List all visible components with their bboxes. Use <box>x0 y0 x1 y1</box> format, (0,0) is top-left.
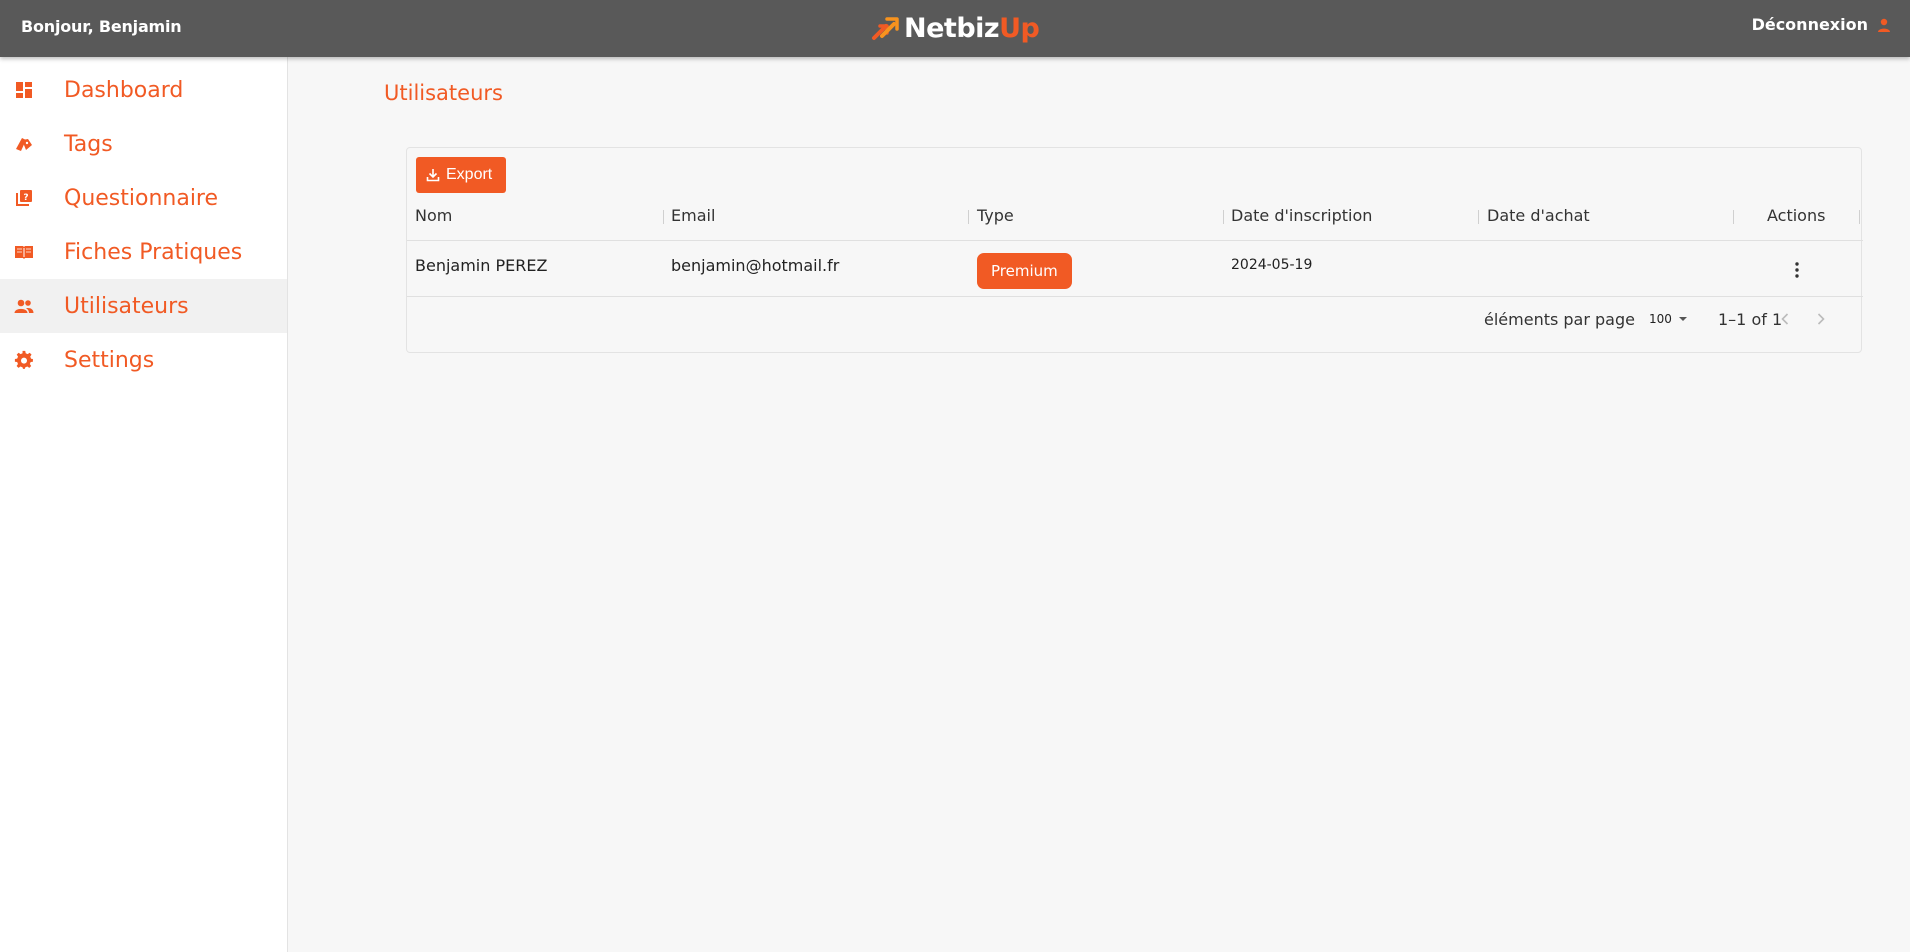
questionnaire-icon: ? <box>14 188 34 208</box>
paginator-range: 1–1 of 1 <box>1718 309 1783 329</box>
sidebar-item-settings[interactable]: Settings <box>0 333 287 387</box>
dashboard-icon <box>14 80 34 100</box>
chevron-left-icon <box>1781 313 1789 325</box>
sidebar-item-label: Dashboard <box>64 77 184 103</box>
chevron-right-icon <box>1817 313 1825 325</box>
sidebar-item-label: Fiches Pratiques <box>64 239 243 265</box>
sidebar-item-utilisateurs[interactable]: Utilisateurs <box>0 279 287 333</box>
download-icon <box>426 169 440 182</box>
more-vertical-icon <box>1795 262 1799 278</box>
column-separator <box>663 210 664 224</box>
page-size-select[interactable]: 100 <box>1649 308 1688 330</box>
users-icon <box>14 296 34 316</box>
sidebar-item-label: Utilisateurs <box>64 293 189 319</box>
cell-date-inscription: 2024-05-19 <box>1231 257 1313 273</box>
logo-arrows-icon <box>872 17 899 40</box>
column-separator <box>1478 210 1479 224</box>
next-page-button[interactable] <box>1810 308 1832 330</box>
export-button[interactable]: Export <box>416 157 506 193</box>
row-actions-menu-button[interactable] <box>1787 260 1807 280</box>
cell-nom: Benjamin PEREZ <box>415 255 548 275</box>
column-header-nom[interactable]: Nom <box>415 204 452 226</box>
column-separator <box>1223 210 1224 224</box>
column-header-actions: Actions <box>1767 205 1826 225</box>
logout-label: Déconnexion <box>1751 15 1868 34</box>
paginator-label: éléments par page <box>1484 309 1635 329</box>
sidebar-item-fiches-pratiques[interactable]: Fiches Pratiques <box>0 225 287 279</box>
previous-page-button[interactable] <box>1774 308 1796 330</box>
sidebar: Dashboard Tags ? Questionnaire Fiches Pr… <box>0 57 288 952</box>
tags-icon <box>14 134 34 154</box>
type-badge[interactable]: Premium <box>977 253 1072 289</box>
page-size-value: 100 <box>1649 312 1672 326</box>
column-header-email[interactable]: Email <box>671 204 715 226</box>
chevron-down-icon <box>1678 317 1687 321</box>
brand-logo[interactable]: NetbizUp <box>870 8 1040 48</box>
logout-button[interactable]: Déconnexion <box>1752 15 1892 34</box>
page-title: Utilisateurs <box>384 81 503 105</box>
sidebar-item-tags[interactable]: Tags <box>0 117 287 171</box>
greeting-text: Bonjour, Benjamin <box>21 17 182 36</box>
user-icon <box>1878 18 1890 32</box>
column-separator <box>968 210 969 224</box>
sidebar-item-dashboard[interactable]: Dashboard <box>0 63 287 117</box>
column-separator <box>1733 210 1734 224</box>
column-header-date-inscription[interactable]: Date d'inscription <box>1231 204 1372 226</box>
gear-icon <box>14 350 34 370</box>
book-icon <box>14 242 34 262</box>
column-header-date-achat[interactable]: Date d'achat <box>1487 204 1590 226</box>
main-content: Utilisateurs Export Nom Email Type Date … <box>288 57 1910 952</box>
row-divider <box>407 296 1863 297</box>
brand-name-part2: Up <box>999 12 1040 44</box>
column-header-type[interactable]: Type <box>977 204 1014 226</box>
cell-email: benjamin@hotmail.fr <box>671 255 840 275</box>
svg-text:?: ? <box>23 193 28 203</box>
sidebar-item-label: Tags <box>64 131 113 157</box>
sidebar-item-label: Questionnaire <box>64 185 219 211</box>
sidebar-item-questionnaire[interactable]: ? Questionnaire <box>0 171 287 225</box>
row-divider <box>407 240 1863 241</box>
sidebar-item-label: Settings <box>64 347 155 373</box>
users-table-card: Export Nom Email Type Date d'inscription… <box>406 147 1863 353</box>
export-label: Export <box>446 166 493 183</box>
top-bar: Bonjour, Benjamin NetbizUp Déconnexion <box>0 0 1910 57</box>
brand-name-part1: Netbiz <box>904 12 1000 44</box>
column-separator <box>1859 210 1860 224</box>
